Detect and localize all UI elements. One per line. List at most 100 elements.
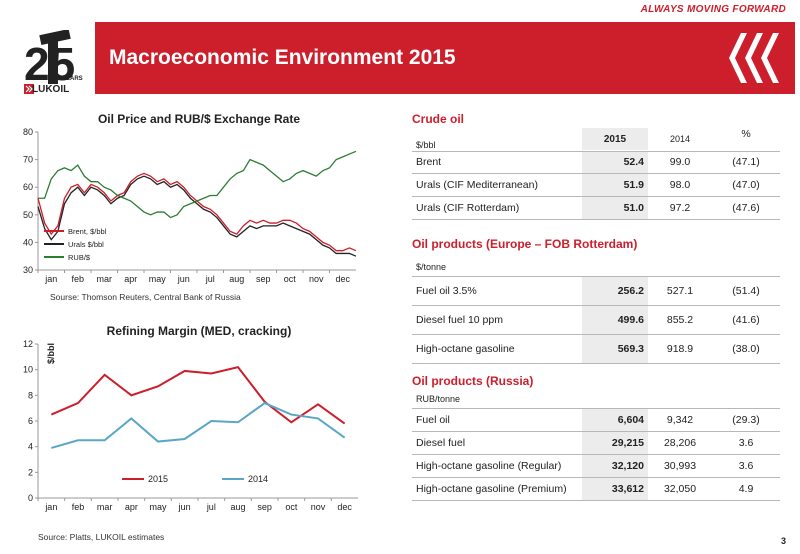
x-tick-label: mar (97, 502, 113, 512)
row-2014: 98.0 (648, 173, 712, 197)
row-name: Fuel oil 3.5% (412, 276, 582, 306)
x-tick-label: oct (285, 502, 298, 512)
row-name: Diesel fuel 10 ppm (412, 305, 582, 335)
table-row: High-octane gasoline 569.3 918.9 (38.0) (412, 334, 780, 364)
y-tick-label: 2 (28, 467, 33, 477)
x-tick-label: jan (44, 502, 57, 512)
row-pct: (38.0) (712, 334, 780, 364)
x-tick-label: nov (309, 274, 324, 284)
refining-margin-chart: 0 2 4 6 8 10 12 jan feb mar apr may jun jul aug sep oct n… (23, 339, 358, 512)
row-2015: 569.3 (582, 334, 648, 364)
products-ru-table: RUB/tonne Fuel oil 6,604 9,342 (29.3) Di… (412, 391, 780, 501)
row-pct: 3.6 (712, 454, 780, 478)
title-banner: Macroeconomic Environment 2015 (95, 22, 795, 94)
row-pct: 4.9 (712, 477, 780, 501)
chart2-source: Source: Platts, LUKOIL estimates (38, 532, 165, 542)
y-tick-label: 60 (23, 182, 33, 192)
products-eu-heading: Oil products (Europe – FOB Rotterdam) (412, 237, 638, 251)
crude-col-2015: 2015 (582, 128, 648, 150)
legend-label: Brent, $/bbl (68, 227, 107, 236)
row-2014: 855.2 (648, 305, 712, 335)
row-2014: 527.1 (648, 276, 712, 306)
table-row: Brent 52.4 99.0 (47.1) (412, 151, 780, 174)
legend-label: 2014 (248, 474, 268, 484)
x-tick-label: aug (229, 274, 244, 284)
row-name: High-octane gasoline (Regular) (412, 454, 582, 478)
page-title: Macroeconomic Environment 2015 (109, 46, 456, 69)
row-2015: 29,215 (582, 431, 648, 455)
x-tick-label: jul (206, 502, 216, 512)
row-2014: 918.9 (648, 334, 712, 364)
crude-oil-table: $/bbl 2015 2014 % Brent 52.4 99.0 (47.1)… (412, 128, 780, 220)
products-ru-unit: RUB/tonne (416, 394, 461, 404)
row-2014: 32,050 (648, 477, 712, 501)
row-name: Urals (CIF Mediterranean) (412, 173, 582, 197)
series-line-rub- (38, 150, 357, 219)
row-2014: 9,342 (648, 408, 712, 432)
row-2014: 97.2 (648, 196, 712, 220)
row-2015: 51.0 (582, 196, 648, 220)
row-2015: 256.2 (582, 276, 648, 306)
x-tick-label: dec (335, 274, 350, 284)
x-tick-label: apr (125, 502, 138, 512)
row-2015: 32,120 (582, 454, 648, 478)
row-pct: (51.4) (712, 276, 780, 306)
row-pct: (47.0) (712, 173, 780, 197)
x-tick-label: nov (311, 502, 326, 512)
row-name: Urals (CIF Rotterdam) (412, 196, 582, 220)
x-tick-label: jul (205, 274, 215, 284)
table-row: Fuel oil 3.5% 256.2 527.1 (51.4) (412, 276, 780, 306)
row-pct: (41.6) (712, 305, 780, 335)
table-row: Fuel oil 6,604 9,342 (29.3) (412, 408, 780, 432)
row-name: Brent (412, 151, 582, 174)
y-tick-label: 50 (23, 210, 33, 220)
row-name: Diesel fuel (412, 431, 582, 455)
y-tick-label: 12 (23, 339, 33, 349)
x-tick-label: feb (71, 274, 84, 284)
row-2014: 30,993 (648, 454, 712, 478)
x-tick-label: jun (177, 274, 190, 284)
logo-years: YEARS (62, 76, 83, 82)
page-number: 3 (780, 536, 786, 546)
x-tick-label: aug (230, 502, 245, 512)
row-pct: (47.6) (712, 196, 780, 220)
row-2015: 51.9 (582, 173, 648, 197)
y-tick-label: 40 (23, 237, 33, 247)
table-row: Urals (CIF Rotterdam) 51.0 97.2 (47.6) (412, 196, 780, 220)
row-pct: (29.3) (712, 408, 780, 432)
oil-price-chart: 30 40 50 60 70 80 jan feb mar apr may jun jul aug sep o… (23, 128, 357, 284)
y-axis-label: $/bbl (46, 343, 56, 364)
crude-col-2014: 2014 (669, 134, 691, 144)
x-tick-label: oct (284, 274, 297, 284)
x-tick-label: dec (337, 502, 352, 512)
tagline: ALWAYS MOVING FORWARD (640, 4, 786, 15)
y-tick-label: 80 (23, 128, 33, 137)
legend-label: Urals $/bbl (68, 240, 104, 249)
legend-label: RUB/$ (68, 253, 91, 262)
table-row: Diesel fuel 10 ppm 499.6 855.2 (41.6) (412, 305, 780, 335)
table-row: High-octane gasoline (Premium) 33,612 32… (412, 477, 780, 501)
x-tick-label: sep (257, 502, 272, 512)
table-row: High-octane gasoline (Regular) 32,120 30… (412, 454, 780, 478)
products-eu-unit: $/tonne (416, 262, 447, 272)
y-tick-label: 70 (23, 155, 33, 165)
chart1-title: Oil Price and RUB/$ Exchange Rate (97, 112, 301, 126)
x-tick-label: feb (72, 502, 85, 512)
x-tick-label: jan (44, 274, 57, 284)
row-2015: 52.4 (582, 151, 648, 174)
x-tick-label: may (149, 502, 167, 512)
legend-label: 2015 (148, 474, 168, 484)
table-row: Diesel fuel 29,215 28,206 3.6 (412, 431, 780, 455)
logo-text: LUKOIL (32, 84, 70, 95)
row-2015: 33,612 (582, 477, 648, 501)
crude-col-pct: % (741, 128, 751, 140)
x-tick-label: jun (178, 502, 191, 512)
chart1-source: Sourse: Thomson Reuters, Central Bank of… (50, 292, 241, 302)
row-2014: 28,206 (648, 431, 712, 455)
x-tick-label: mar (97, 274, 113, 284)
row-pct: 3.6 (712, 431, 780, 455)
chevron-logo-icon (729, 33, 779, 83)
row-name: Fuel oil (412, 408, 582, 432)
x-tick-label: sep (256, 274, 271, 284)
row-name: High-octane gasoline (412, 334, 582, 364)
